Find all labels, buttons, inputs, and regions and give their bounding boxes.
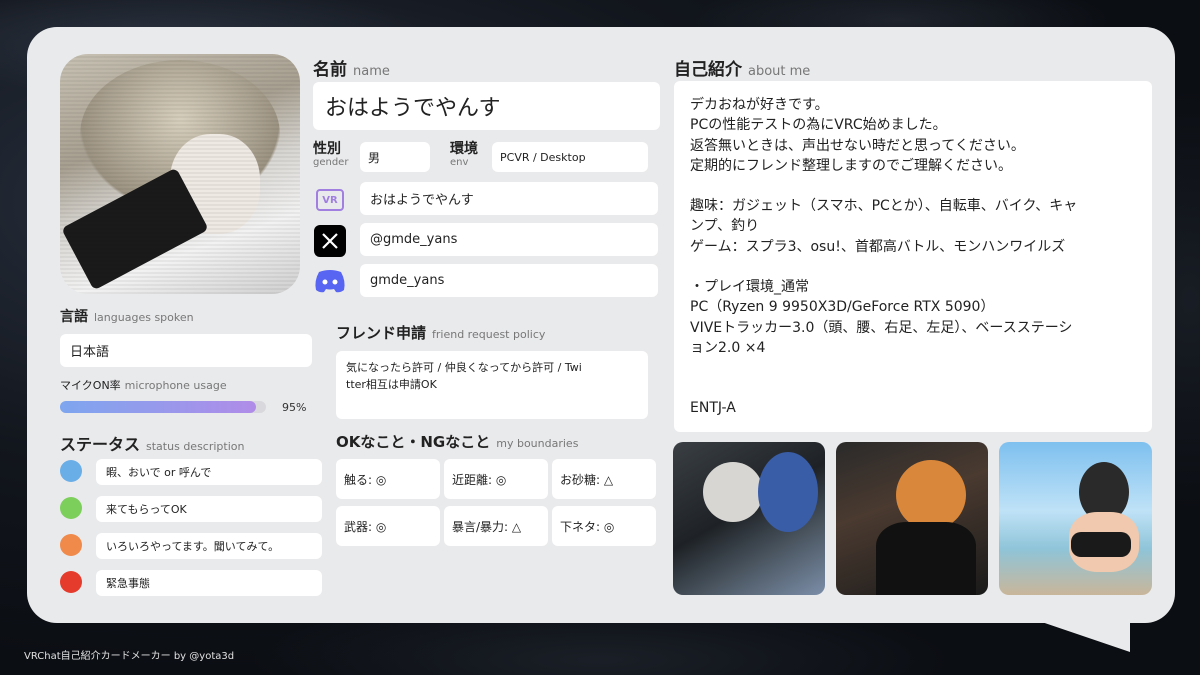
footer-credit: VRChat自己紹介カードメーカー by @yota3d xyxy=(24,651,235,662)
x-handle-value: @gmde_yans xyxy=(370,232,458,247)
gender-sub: gender xyxy=(313,157,349,168)
discord-handle-value: gmde_yans xyxy=(370,273,445,288)
friend-sub: friend request policy xyxy=(432,328,546,341)
mic-label: マイクON率 xyxy=(60,379,121,392)
status-label: ステータス xyxy=(60,435,141,454)
status-dot-busy xyxy=(60,534,82,556)
status-item: 来てもらってOK xyxy=(96,496,322,522)
env-value: PCVR / Desktop xyxy=(500,150,586,164)
vrchat-name-field: おはようでやんす xyxy=(360,182,658,215)
languages-heading: 言語 languages spoken xyxy=(60,306,194,326)
friend-heading: フレンド申請 friend request policy xyxy=(336,322,545,343)
discord-handle-field: gmde_yans xyxy=(360,264,658,297)
status-dot-emergency xyxy=(60,571,82,593)
name-label: 名前 xyxy=(313,60,347,80)
languages-value: 日本語 xyxy=(70,345,110,360)
mic-percent: 95% xyxy=(282,401,307,414)
boundaries-heading: OKなこと・NGなこと my boundaries xyxy=(336,431,578,452)
about-text-box: デカおねが好きです。 PCの性能テストの為にVRC始めました。 返答無いときは、… xyxy=(674,81,1152,432)
languages-label: 言語 xyxy=(60,309,88,325)
mic-progress-fill xyxy=(60,401,256,413)
vrchat-icon: VR xyxy=(314,184,346,216)
name-sub: name xyxy=(353,64,390,79)
gender-field: 男 xyxy=(360,142,430,172)
friend-policy-box: 気になったら許可 / 仲良くなってから許可 / Twi tter相互は申請OK xyxy=(336,351,648,419)
name-field: おはようでやんす xyxy=(313,82,660,130)
gender-value: 男 xyxy=(368,150,381,165)
status-dot-ok xyxy=(60,497,82,519)
card-speech-tail xyxy=(1030,618,1130,652)
boundaries-label: OKなこと・NGなこと xyxy=(336,433,491,451)
gender-label: 性別 xyxy=(313,141,341,157)
env-field: PCVR / Desktop xyxy=(492,142,648,172)
about-label: 自己紹介 xyxy=(674,60,742,80)
boundary-item: 暴言/暴力: △ xyxy=(444,506,548,546)
status-item: いろいろやってます。聞いてみて。 xyxy=(96,533,322,559)
mic-progress-track xyxy=(60,401,266,413)
about-heading: 自己紹介 about me xyxy=(674,55,810,80)
status-heading: ステータス status description xyxy=(60,431,244,455)
avatar-image xyxy=(60,54,300,294)
status-sub: status description xyxy=(146,440,245,453)
discord-icon xyxy=(314,265,346,297)
env-heading: 環境 env xyxy=(450,142,478,168)
boundary-item: 近距離: ◎ xyxy=(444,459,548,499)
friend-label: フレンド申請 xyxy=(336,324,427,342)
languages-sub: languages spoken xyxy=(94,311,194,324)
photo-1 xyxy=(673,442,825,595)
languages-field: 日本語 xyxy=(60,334,312,367)
photo-2 xyxy=(836,442,988,595)
about-sub: about me xyxy=(748,64,811,79)
name-heading: 名前 name xyxy=(313,55,390,80)
mic-heading: マイクON率 microphone usage xyxy=(60,377,227,393)
boundary-item: 武器: ◎ xyxy=(336,506,440,546)
boundary-item: 触る: ◎ xyxy=(336,459,440,499)
x-logo-icon xyxy=(314,225,346,257)
status-dot-free xyxy=(60,460,82,482)
gender-heading: 性別 gender xyxy=(313,142,348,168)
env-sub: env xyxy=(450,157,469,168)
boundaries-sub: my boundaries xyxy=(496,437,579,450)
env-label: 環境 xyxy=(450,141,478,157)
boundary-item: 下ネタ: ◎ xyxy=(552,506,656,546)
x-handle-field: @gmde_yans xyxy=(360,223,658,256)
status-item: 緊急事態 xyxy=(96,570,322,596)
name-value: おはようでやんす xyxy=(325,96,501,121)
boundary-item: お砂糖: △ xyxy=(552,459,656,499)
photo-3 xyxy=(999,442,1152,595)
status-item: 暇、おいで or 呼んで xyxy=(96,459,322,485)
mic-sub: microphone usage xyxy=(124,379,227,392)
vrchat-name-value: おはようでやんす xyxy=(370,193,474,208)
